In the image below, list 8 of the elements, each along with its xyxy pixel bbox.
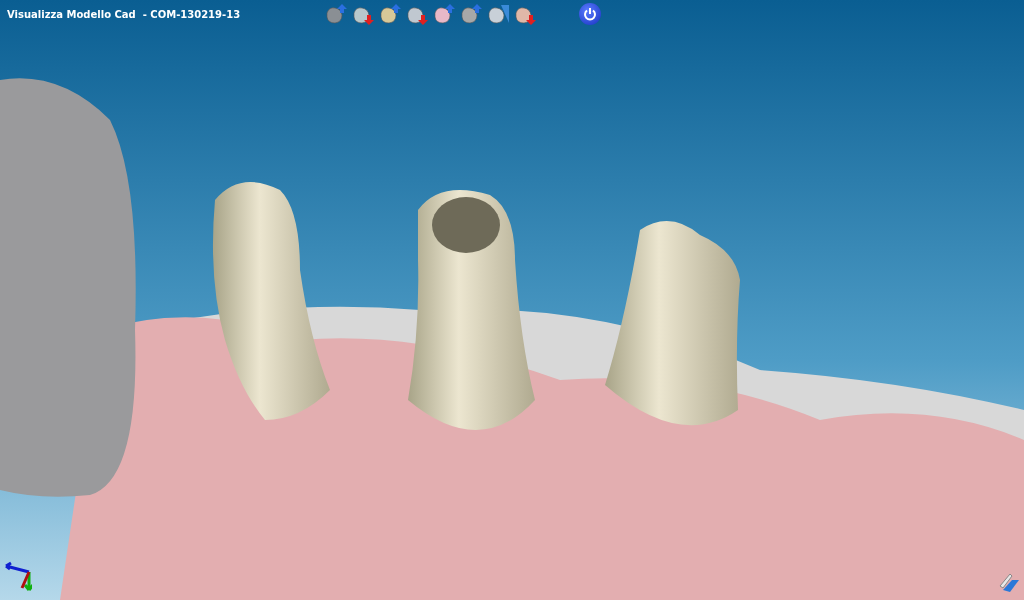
shape-up-arrow-icon[interactable] <box>460 3 482 25</box>
power-icon <box>583 7 597 21</box>
window-title: Visualizza Modello Cad - COM-130219-13 <box>7 8 242 20</box>
shape-up-arrow-icon[interactable] <box>325 3 347 25</box>
shape-panel-icon[interactable] <box>487 3 509 25</box>
shape-up-arrow-icon[interactable] <box>379 3 401 25</box>
view-plane-icon[interactable] <box>998 572 1020 594</box>
shape-up-arrow-icon[interactable] <box>433 3 455 25</box>
